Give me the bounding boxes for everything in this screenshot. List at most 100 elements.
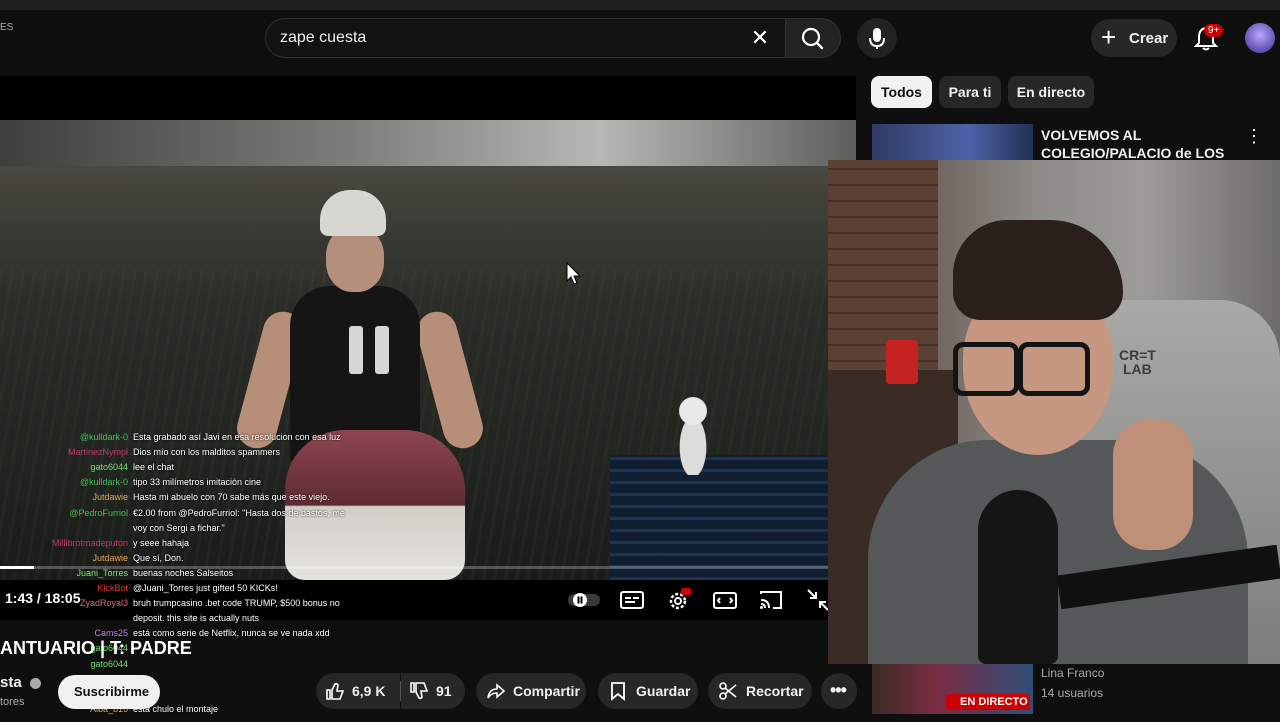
scissors-icon [719,682,737,700]
chat-message-text: voy con Sergi a fichar." [133,522,225,533]
account-avatar[interactable] [1245,23,1275,53]
chat-username[interactable]: MartinezNympl [68,447,128,457]
video-crate [610,455,856,580]
create-button[interactable]: + Crear [1091,19,1177,57]
thumbs-down-icon [410,682,429,700]
chip-en-directo[interactable]: En directo [1008,76,1094,108]
webcam-glasses-left [953,342,1019,396]
verified-check-icon [29,677,41,689]
live-badge: EN DIRECTO [946,694,1030,710]
recommended-video-thumbnail[interactable] [872,124,1033,160]
chat-message-text: @Juani_Torres just gifted 50 KICKs! [133,583,278,593]
share-label: Compartir [513,683,580,699]
chat-message-text: tipo 33 milímetros imitación cine [133,477,262,488]
settings-gear-icon[interactable] [664,586,692,614]
pause-bar [375,326,389,374]
search-query[interactable]: zape cuesta [280,29,366,47]
theater-mode-icon[interactable] [711,586,739,614]
plus-icon: + [1101,22,1117,52]
chat-message-text: bruh trumpcasino .bet code TRUMP, $500 b… [133,598,340,609]
subtitles-icon[interactable] [618,586,646,614]
chip-para-ti[interactable]: Para ti [939,76,1001,108]
video-person-cap [320,190,386,236]
chat-username[interactable]: KickBot [97,583,128,593]
mouse-cursor-icon [566,262,582,285]
chat-username[interactable]: Jutdawie [92,492,128,502]
chat-username[interactable]: @kulldark-0 [80,477,128,487]
webcam-red-cup [886,340,918,384]
chat-username[interactable]: Millibrotmadeputon [52,538,128,548]
chat-username[interactable]: Cams25 [94,628,128,638]
chat-username[interactable]: ZyadRoyal3 [80,598,128,608]
chat-message-text: y seee hahaja [133,537,190,548]
chat-username[interactable]: Jutdawie [92,553,128,563]
create-label: Crear [1129,30,1169,47]
chat-message-text: Hasta mi abuelo con 70 sabe más que este… [133,492,330,503]
video-mascot-figure [670,395,716,475]
video-title: ANTUARIO | T: PADRE [0,638,192,658]
video-sky [0,120,856,166]
search-icon [801,27,824,50]
search-input[interactable]: zape cuesta ✕ [265,18,786,58]
clip-label: Recortar [746,683,804,699]
more-horizontal-icon: ••• [830,680,847,700]
pause-icon[interactable] [349,326,391,376]
save-button[interactable]: Guardar [598,673,698,709]
bookmark-icon [611,682,625,701]
channel-name-text: sta [0,674,22,691]
channel-name[interactable]: sta [0,674,41,691]
more-options-icon[interactable]: ⋮ [1245,126,1263,147]
chair-logo-line-1: CR=T [1119,347,1156,363]
chat-message-text: Esta grabado así Javi en esa resolucion … [133,432,341,442]
subscribe-button[interactable]: Suscribirme [58,675,160,709]
browser-tab-strip [0,0,1280,10]
webcam-person-hand [1113,420,1193,550]
voice-search-button[interactable] [857,18,897,58]
chat-message-text: buenas noches Salseitos [133,567,234,578]
microphone-icon [869,28,885,49]
webcam-glasses-right [1018,342,1090,396]
live-viewer-count: 14 usuarios [1041,686,1104,700]
pause-bar [349,326,363,374]
chat-message-text: lee el chat [133,462,175,473]
subscriber-count: tores [0,696,25,708]
chat-username[interactable]: @PedroFurriol [69,508,128,518]
more-actions-button[interactable]: ••• [821,673,857,709]
top-bar: ES zape cuesta ✕ + Crear 9+ [0,0,1280,76]
chat-message-text: €2.00 from @PedroFurriol: "Hasta dos de … [133,507,345,518]
cast-icon[interactable] [757,586,785,614]
chat-message-text: Que sí, Don. [133,552,184,563]
region-label: ES [0,22,14,33]
live-channel-name[interactable]: Lina Franco [1041,666,1104,680]
chat-message-text: Dios mío con los malditos spammers [133,447,281,458]
streamer-webcam: CR=T LAB [828,160,1280,664]
dislike-button[interactable]: 91 [401,673,465,709]
chat-message-text: está como serie de Netflix, nunca se ve … [133,628,330,639]
player-top-letterbox [0,76,856,121]
webcam-person-hair [953,220,1123,320]
autoplay-toggle-icon[interactable] [566,586,602,614]
clear-search-icon[interactable]: ✕ [746,24,774,52]
dislike-count: 91 [436,683,452,699]
recommended-title-line-1: VOLVEMOS AL [1041,127,1142,143]
chat-username[interactable]: @kulldark-0 [80,432,128,442]
webcam-microphone [978,490,1058,664]
like-count: 6,9 K [352,683,386,699]
chair-logo-line-2: LAB [1123,361,1152,377]
video-person-arm [412,307,488,453]
share-button[interactable]: Compartir [476,673,586,709]
chip-todos[interactable]: Todos [871,76,932,108]
search-button[interactable] [785,18,841,58]
chat-username[interactable]: gato6044 [90,659,128,669]
chat-username[interactable]: Juani_Torres [76,568,128,578]
thumbs-up-icon [326,682,345,700]
notification-count-badge: 9+ [1204,24,1224,37]
chair-logo-text: CR=T LAB [1119,348,1156,376]
chat-username[interactable]: gato6044 [90,462,128,472]
like-button[interactable]: 6,9 K [316,673,400,709]
share-arrow-icon [487,683,506,699]
clip-button[interactable]: Recortar [708,673,812,709]
chat-message-text: deposit. this site is actually nuts [133,613,260,624]
live-badge-label: EN DIRECTO [960,696,1028,708]
save-label: Guardar [636,683,691,699]
